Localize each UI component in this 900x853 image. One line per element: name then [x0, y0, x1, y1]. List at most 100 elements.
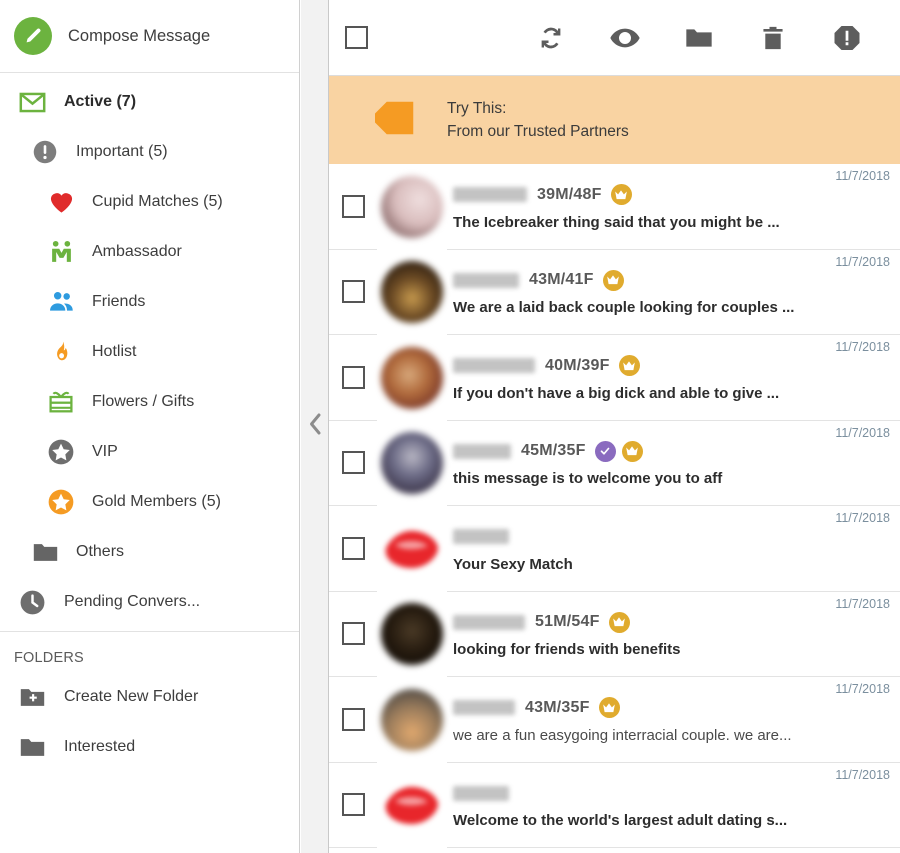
message-body[interactable]: 11/7/2018 43M/35F we are a fun easygoing i…: [447, 677, 900, 763]
message-snippet: looking for friends with benefits: [453, 641, 681, 659]
sender-ages: 43M/41F: [529, 271, 594, 289]
avatar-cell[interactable]: [377, 421, 447, 507]
sender-badges: [608, 611, 630, 633]
eye-icon[interactable]: [608, 21, 642, 55]
gold-crown-badge-icon: [602, 269, 624, 291]
pencil-circle-icon: [14, 17, 52, 55]
folder-plus-icon: [14, 684, 50, 711]
avatar: [381, 261, 443, 324]
sender-username: [453, 187, 527, 203]
sidebar-item-cupid-matches-5[interactable]: Cupid Matches (5): [0, 177, 299, 227]
message-checkbox[interactable]: [341, 536, 365, 560]
message-body[interactable]: 11/7/2018 Welcome to the world's largest …: [447, 763, 900, 848]
sidebar-item-vip[interactable]: VIP: [0, 427, 299, 477]
gold-crown-badge-icon: [608, 611, 630, 633]
message-body[interactable]: 11/7/2018 40M/39F If you don't have a big …: [447, 335, 900, 421]
avatar-cell[interactable]: [377, 506, 447, 592]
gift-icon: [44, 389, 78, 415]
message-body[interactable]: 11/7/2018 43M/41F We are a laid back coupl…: [447, 250, 900, 335]
sender-badges: [598, 697, 620, 719]
sidebar-item-label: Active (7): [64, 93, 137, 110]
sidebar-item-gold-members-5[interactable]: Gold Members (5): [0, 477, 299, 527]
sidebar-item-pending-convers[interactable]: Pending Convers...: [0, 577, 299, 627]
message-row[interactable]: 11/7/2018 43M/35F we are a fun easygoing i…: [329, 677, 900, 763]
message-checkbox[interactable]: [341, 707, 365, 731]
message-row[interactable]: 11/7/2018 Welcome to the world's largest …: [329, 762, 900, 849]
folder-icon[interactable]: [682, 21, 716, 55]
sidebar-item-label: Friends: [92, 293, 146, 310]
message-checkbox[interactable]: [341, 280, 365, 304]
message-body[interactable]: 11/7/2018 51M/54F looking for friends with…: [447, 592, 900, 677]
message-row[interactable]: 11/7/2018 Your Sexy Match: [329, 506, 900, 592]
trash-icon[interactable]: [756, 21, 790, 55]
sidebar-item-label: Gold Members (5): [92, 493, 221, 510]
collapse-sidebar-button[interactable]: [301, 0, 329, 853]
sender-badges: [610, 184, 632, 206]
sender-username: [453, 614, 525, 630]
sidebar-item-important-5[interactable]: Important (5): [0, 127, 299, 177]
message-snippet: If you don't have a big dick and able to…: [453, 384, 780, 402]
sidebar-item-others[interactable]: Others: [0, 527, 299, 577]
sidebar-item-flowers-gifts[interactable]: Flowers / Gifts: [0, 377, 299, 427]
select-all-checkbox[interactable]: [345, 26, 368, 49]
avatar-cell[interactable]: [377, 164, 447, 250]
promo-line-2: From our Trusted Partners: [447, 123, 629, 140]
sidebar-item-label: Ambassador: [92, 243, 182, 260]
message-checkbox[interactable]: [341, 194, 365, 218]
message-row[interactable]: 11/7/2018 39M/48F The Icebreaker thing sai…: [329, 164, 900, 250]
message-row[interactable]: 11/7/2018 51M/54F looking for friends with…: [329, 591, 900, 678]
message-checkbox[interactable]: [341, 793, 365, 817]
message-toolbar: [329, 0, 900, 76]
folder-item-create-new-folder[interactable]: Create New Folder: [0, 672, 299, 722]
message-body[interactable]: 11/7/2018 Your Sexy Match: [447, 506, 900, 592]
sender-ages: 40M/39F: [545, 356, 610, 374]
sidebar-item-friends[interactable]: Friends: [0, 277, 299, 327]
avatar: [381, 432, 443, 495]
flame-icon: [44, 340, 78, 365]
compose-message-button[interactable]: Compose Message: [0, 0, 299, 73]
message-checkbox-cell: [329, 506, 377, 592]
sidebar-item-label: Others: [76, 543, 125, 560]
avatar-cell[interactable]: [377, 250, 447, 336]
message-row[interactable]: 11/7/2018 43M/41F We are a laid back coupl…: [329, 249, 900, 336]
message-date: 11/7/2018: [835, 169, 890, 183]
promo-text: Try This: From our Trusted Partners: [447, 97, 629, 143]
message-header: 51M/54F: [453, 609, 886, 635]
gold-crown-badge-icon: [618, 355, 640, 377]
message-header: 43M/35F: [453, 695, 886, 721]
ambassador-icon: [44, 240, 78, 265]
refresh-icon[interactable]: [534, 21, 568, 55]
message-date: 11/7/2018: [835, 596, 890, 611]
sidebar-item-label: VIP: [92, 443, 118, 460]
avatar-cell[interactable]: [377, 335, 447, 421]
chevron-left-icon: [308, 412, 322, 441]
friends-icon: [44, 289, 78, 316]
message-checkbox[interactable]: [341, 622, 365, 646]
sidebar-item-ambassador[interactable]: Ambassador: [0, 227, 299, 277]
star-circle-gold-icon: [44, 488, 78, 516]
avatar: [381, 783, 443, 827]
folder-icon: [14, 734, 50, 761]
avatar-cell[interactable]: [377, 763, 447, 849]
report-icon[interactable]: [830, 21, 864, 55]
message-checkbox-cell: [329, 763, 377, 848]
message-body[interactable]: 11/7/2018 39M/48F The Icebreaker thing sai…: [447, 164, 900, 250]
folders-heading: FOLDERS: [14, 650, 84, 666]
avatar-cell[interactable]: [377, 592, 447, 678]
folder-item-interested[interactable]: Interested: [0, 722, 299, 772]
sidebar-item-active-7[interactable]: Active (7): [0, 77, 299, 127]
sender-ages: 45M/35F: [521, 442, 586, 460]
gold-crown-badge-icon: [621, 440, 643, 462]
sidebar: Compose Message Active (7) Important (5) C…: [0, 0, 300, 853]
sidebar-item-label: Pending Convers...: [64, 593, 201, 610]
message-row[interactable]: 11/7/2018 40M/39F If you don't have a big …: [329, 335, 900, 421]
message-body[interactable]: 11/7/2018 45M/35F this message is to welco…: [447, 421, 900, 506]
sidebar-item-label: Cupid Matches (5): [92, 193, 223, 210]
promo-banner[interactable]: Try This: From our Trusted Partners: [329, 76, 900, 164]
avatar-cell[interactable]: [377, 677, 447, 763]
message-checkbox[interactable]: [341, 451, 365, 475]
message-checkbox[interactable]: [341, 365, 365, 389]
sidebar-item-hotlist[interactable]: Hotlist: [0, 327, 299, 377]
message-row[interactable]: 11/7/2018 45M/35F this message is to welco…: [329, 420, 900, 507]
sender-username: [453, 785, 509, 801]
